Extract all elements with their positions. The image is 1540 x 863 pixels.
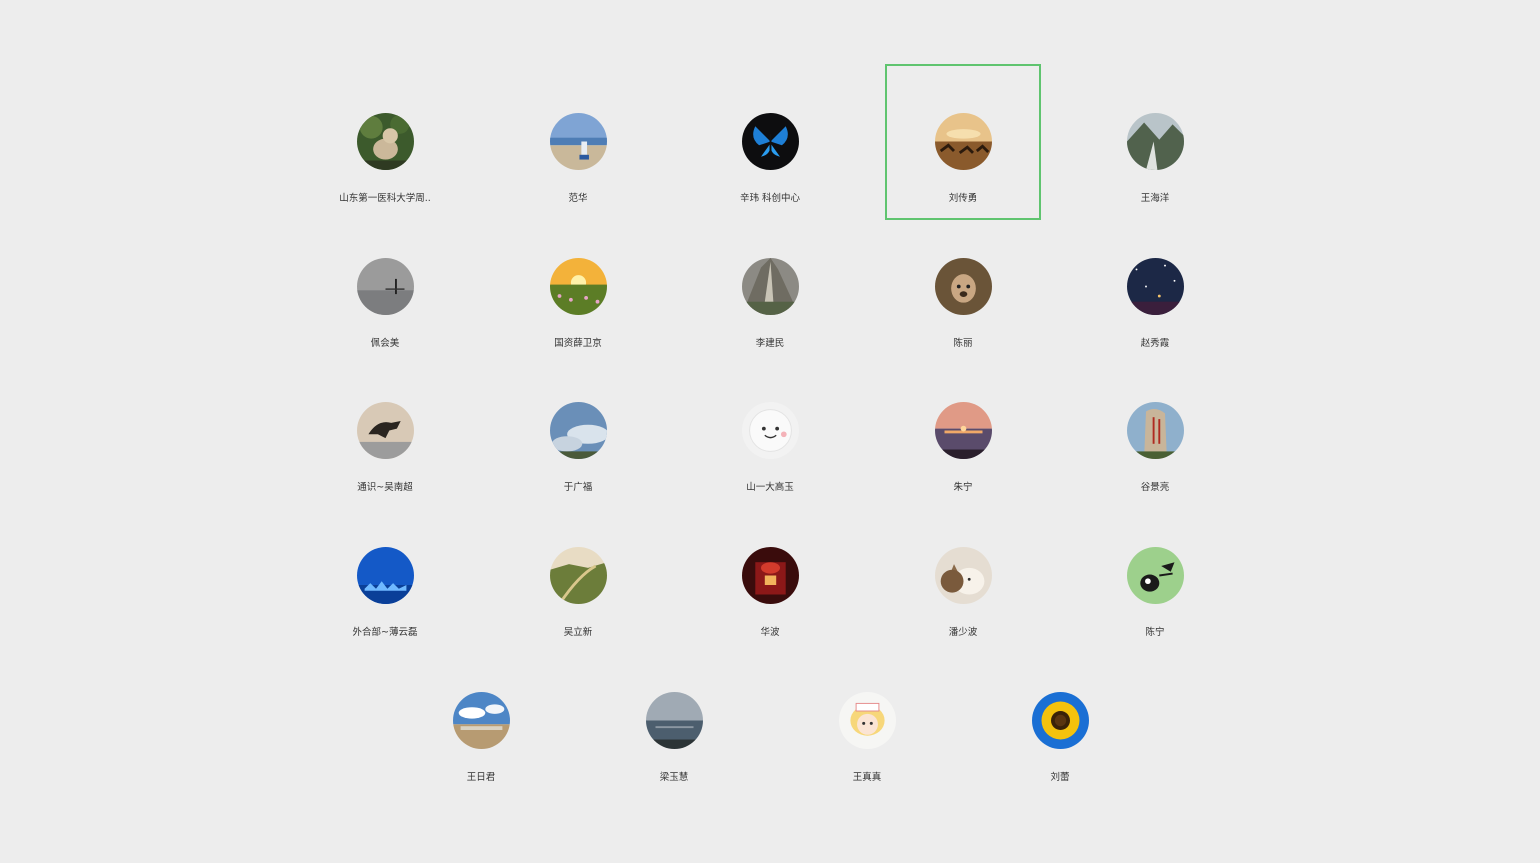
contact-item[interactable]: 刘传勇	[885, 64, 1041, 220]
avatar	[935, 547, 992, 604]
contact-name: 李建民	[755, 338, 785, 349]
contact-name: 于广福	[563, 482, 593, 493]
avatar	[1127, 547, 1184, 604]
avatar	[742, 402, 799, 459]
avatar	[1127, 258, 1184, 315]
contact-item[interactable]: 陈宁	[1077, 498, 1233, 654]
contact-item[interactable]: 范华	[500, 64, 656, 220]
contact-item[interactable]: 潘少波	[885, 498, 1041, 654]
avatar	[1032, 692, 1089, 749]
contact-item[interactable]: 陈丽	[885, 209, 1041, 365]
avatar	[742, 113, 799, 170]
contact-name: 范华	[568, 193, 588, 204]
contact-name: 梁玉慧	[659, 772, 689, 783]
avatar	[1127, 402, 1184, 459]
contact-item[interactable]: 于广福	[500, 353, 656, 509]
avatar	[357, 113, 414, 170]
contact-item[interactable]: 朱宁	[885, 353, 1041, 509]
avatar	[935, 402, 992, 459]
contact-item[interactable]: 吴立新	[500, 498, 656, 654]
contact-name: 刘传勇	[948, 193, 978, 204]
contact-item[interactable]: 通识~吴南超	[307, 353, 463, 509]
avatar	[550, 113, 607, 170]
contact-item[interactable]: 外合部~薄云磊	[307, 498, 463, 654]
avatar	[742, 258, 799, 315]
contact-item[interactable]: 谷景亮	[1077, 353, 1233, 509]
avatar	[1127, 113, 1184, 170]
contact-name: 外合部~薄云磊	[352, 627, 418, 638]
contact-item[interactable]: 山东第一医科大学周..	[307, 64, 463, 220]
contact-item[interactable]: 刘蕾	[982, 643, 1138, 799]
contact-name: 陈丽	[953, 338, 973, 349]
contact-name: 王海洋	[1140, 193, 1170, 204]
contact-name: 国资薛卫京	[554, 338, 602, 349]
contact-item[interactable]: 辛玮 科创中心	[692, 64, 848, 220]
contact-item[interactable]: 华波	[692, 498, 848, 654]
avatar	[742, 547, 799, 604]
avatar	[550, 547, 607, 604]
contact-name: 山东第一医科大学周..	[339, 193, 431, 204]
contact-name: 王真真	[852, 772, 882, 783]
contact-name: 辛玮 科创中心	[739, 193, 801, 204]
contact-item[interactable]: 王真真	[789, 643, 945, 799]
contact-item[interactable]: 王海洋	[1077, 64, 1233, 220]
contact-name: 佩会美	[370, 338, 400, 349]
avatar	[550, 258, 607, 315]
contact-item[interactable]: 赵秀霞	[1077, 209, 1233, 365]
contact-name: 陈宁	[1145, 627, 1165, 638]
contact-item[interactable]: 国资薛卫京	[500, 209, 656, 365]
contact-name: 王日君	[466, 772, 496, 783]
contact-name: 潘少波	[948, 627, 978, 638]
avatar	[935, 258, 992, 315]
avatar	[357, 258, 414, 315]
contact-name: 赵秀霞	[1140, 338, 1170, 349]
avatar	[935, 113, 992, 170]
contact-name: 华波	[760, 627, 780, 638]
contact-name: 吴立新	[563, 627, 593, 638]
avatar	[357, 402, 414, 459]
contact-name: 通识~吴南超	[357, 482, 413, 493]
contact-name: 山一大高玉	[746, 482, 794, 493]
avatar	[646, 692, 703, 749]
contact-item[interactable]: 佩会美	[307, 209, 463, 365]
contact-name: 刘蕾	[1050, 772, 1070, 783]
contact-item[interactable]: 山一大高玉	[692, 353, 848, 509]
contact-item[interactable]: 王日君	[403, 643, 559, 799]
contact-name: 谷景亮	[1140, 482, 1170, 493]
contact-item[interactable]: 梁玉慧	[596, 643, 752, 799]
avatar	[839, 692, 896, 749]
avatar	[357, 547, 414, 604]
contact-item[interactable]: 李建民	[692, 209, 848, 365]
avatar	[550, 402, 607, 459]
avatar	[453, 692, 510, 749]
contact-name: 朱宁	[953, 482, 973, 493]
